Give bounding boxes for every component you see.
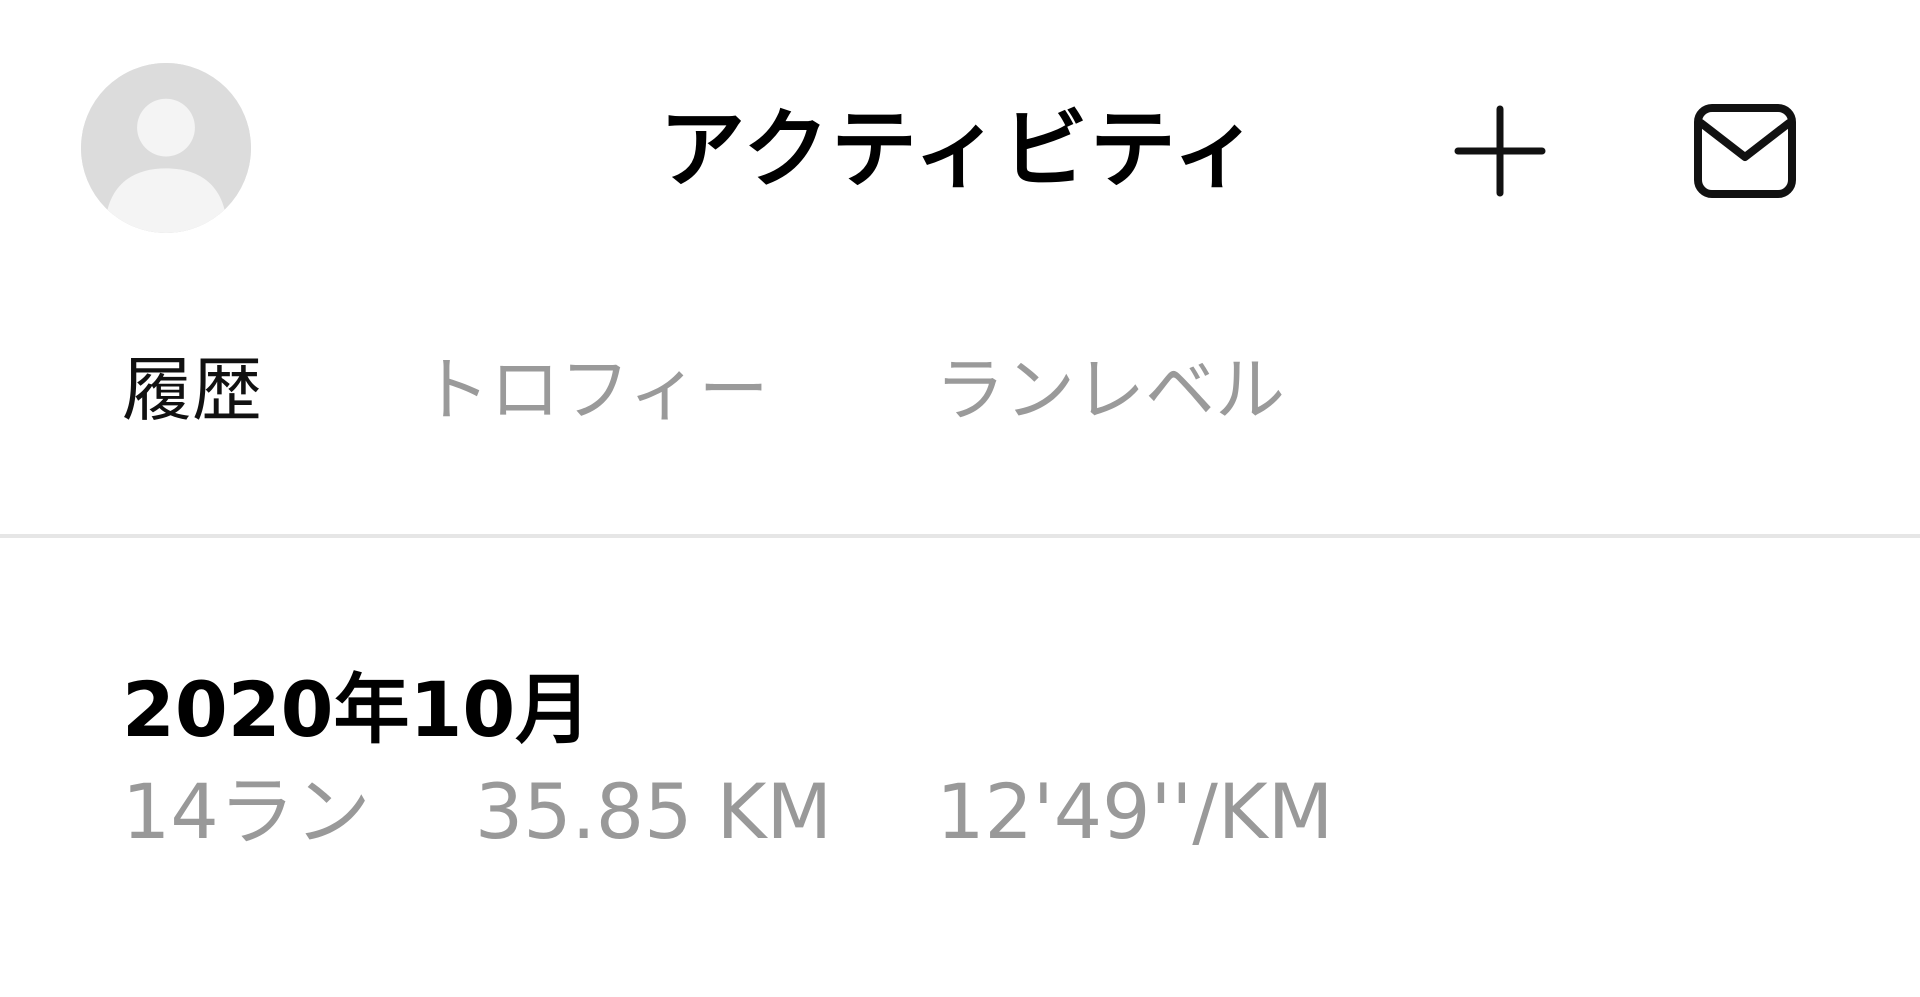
run-count: 14ラン [122, 767, 371, 856]
profile-avatar[interactable] [81, 63, 251, 233]
activity-tabs: 履歴 トロフィー ランレベル [0, 330, 1920, 450]
tabs-divider [0, 534, 1920, 538]
plus-icon [1454, 105, 1546, 197]
tab-run-level[interactable]: ランレベル [935, 330, 1285, 450]
inbox-button[interactable] [1690, 96, 1800, 206]
page-title: アクティビティ [659, 100, 1261, 200]
total-distance: 35.85 KM [474, 767, 833, 856]
user-avatar-icon [81, 63, 251, 233]
mail-icon [1694, 104, 1796, 198]
month-stats: 14ラン 35.85 KM 12'49''/KM [122, 762, 1822, 862]
average-pace: 12'49''/KM [936, 767, 1334, 856]
month-summary[interactable]: 2020年10月 14ラン 35.85 KM 12'49''/KM [122, 660, 1822, 862]
month-title: 2020年10月 [122, 665, 592, 754]
tab-history[interactable]: 履歴 [122, 330, 262, 450]
add-activity-button[interactable] [1445, 96, 1555, 206]
tab-trophies[interactable]: トロフィー [420, 330, 769, 450]
app-header: アクティビティ [0, 0, 1920, 300]
